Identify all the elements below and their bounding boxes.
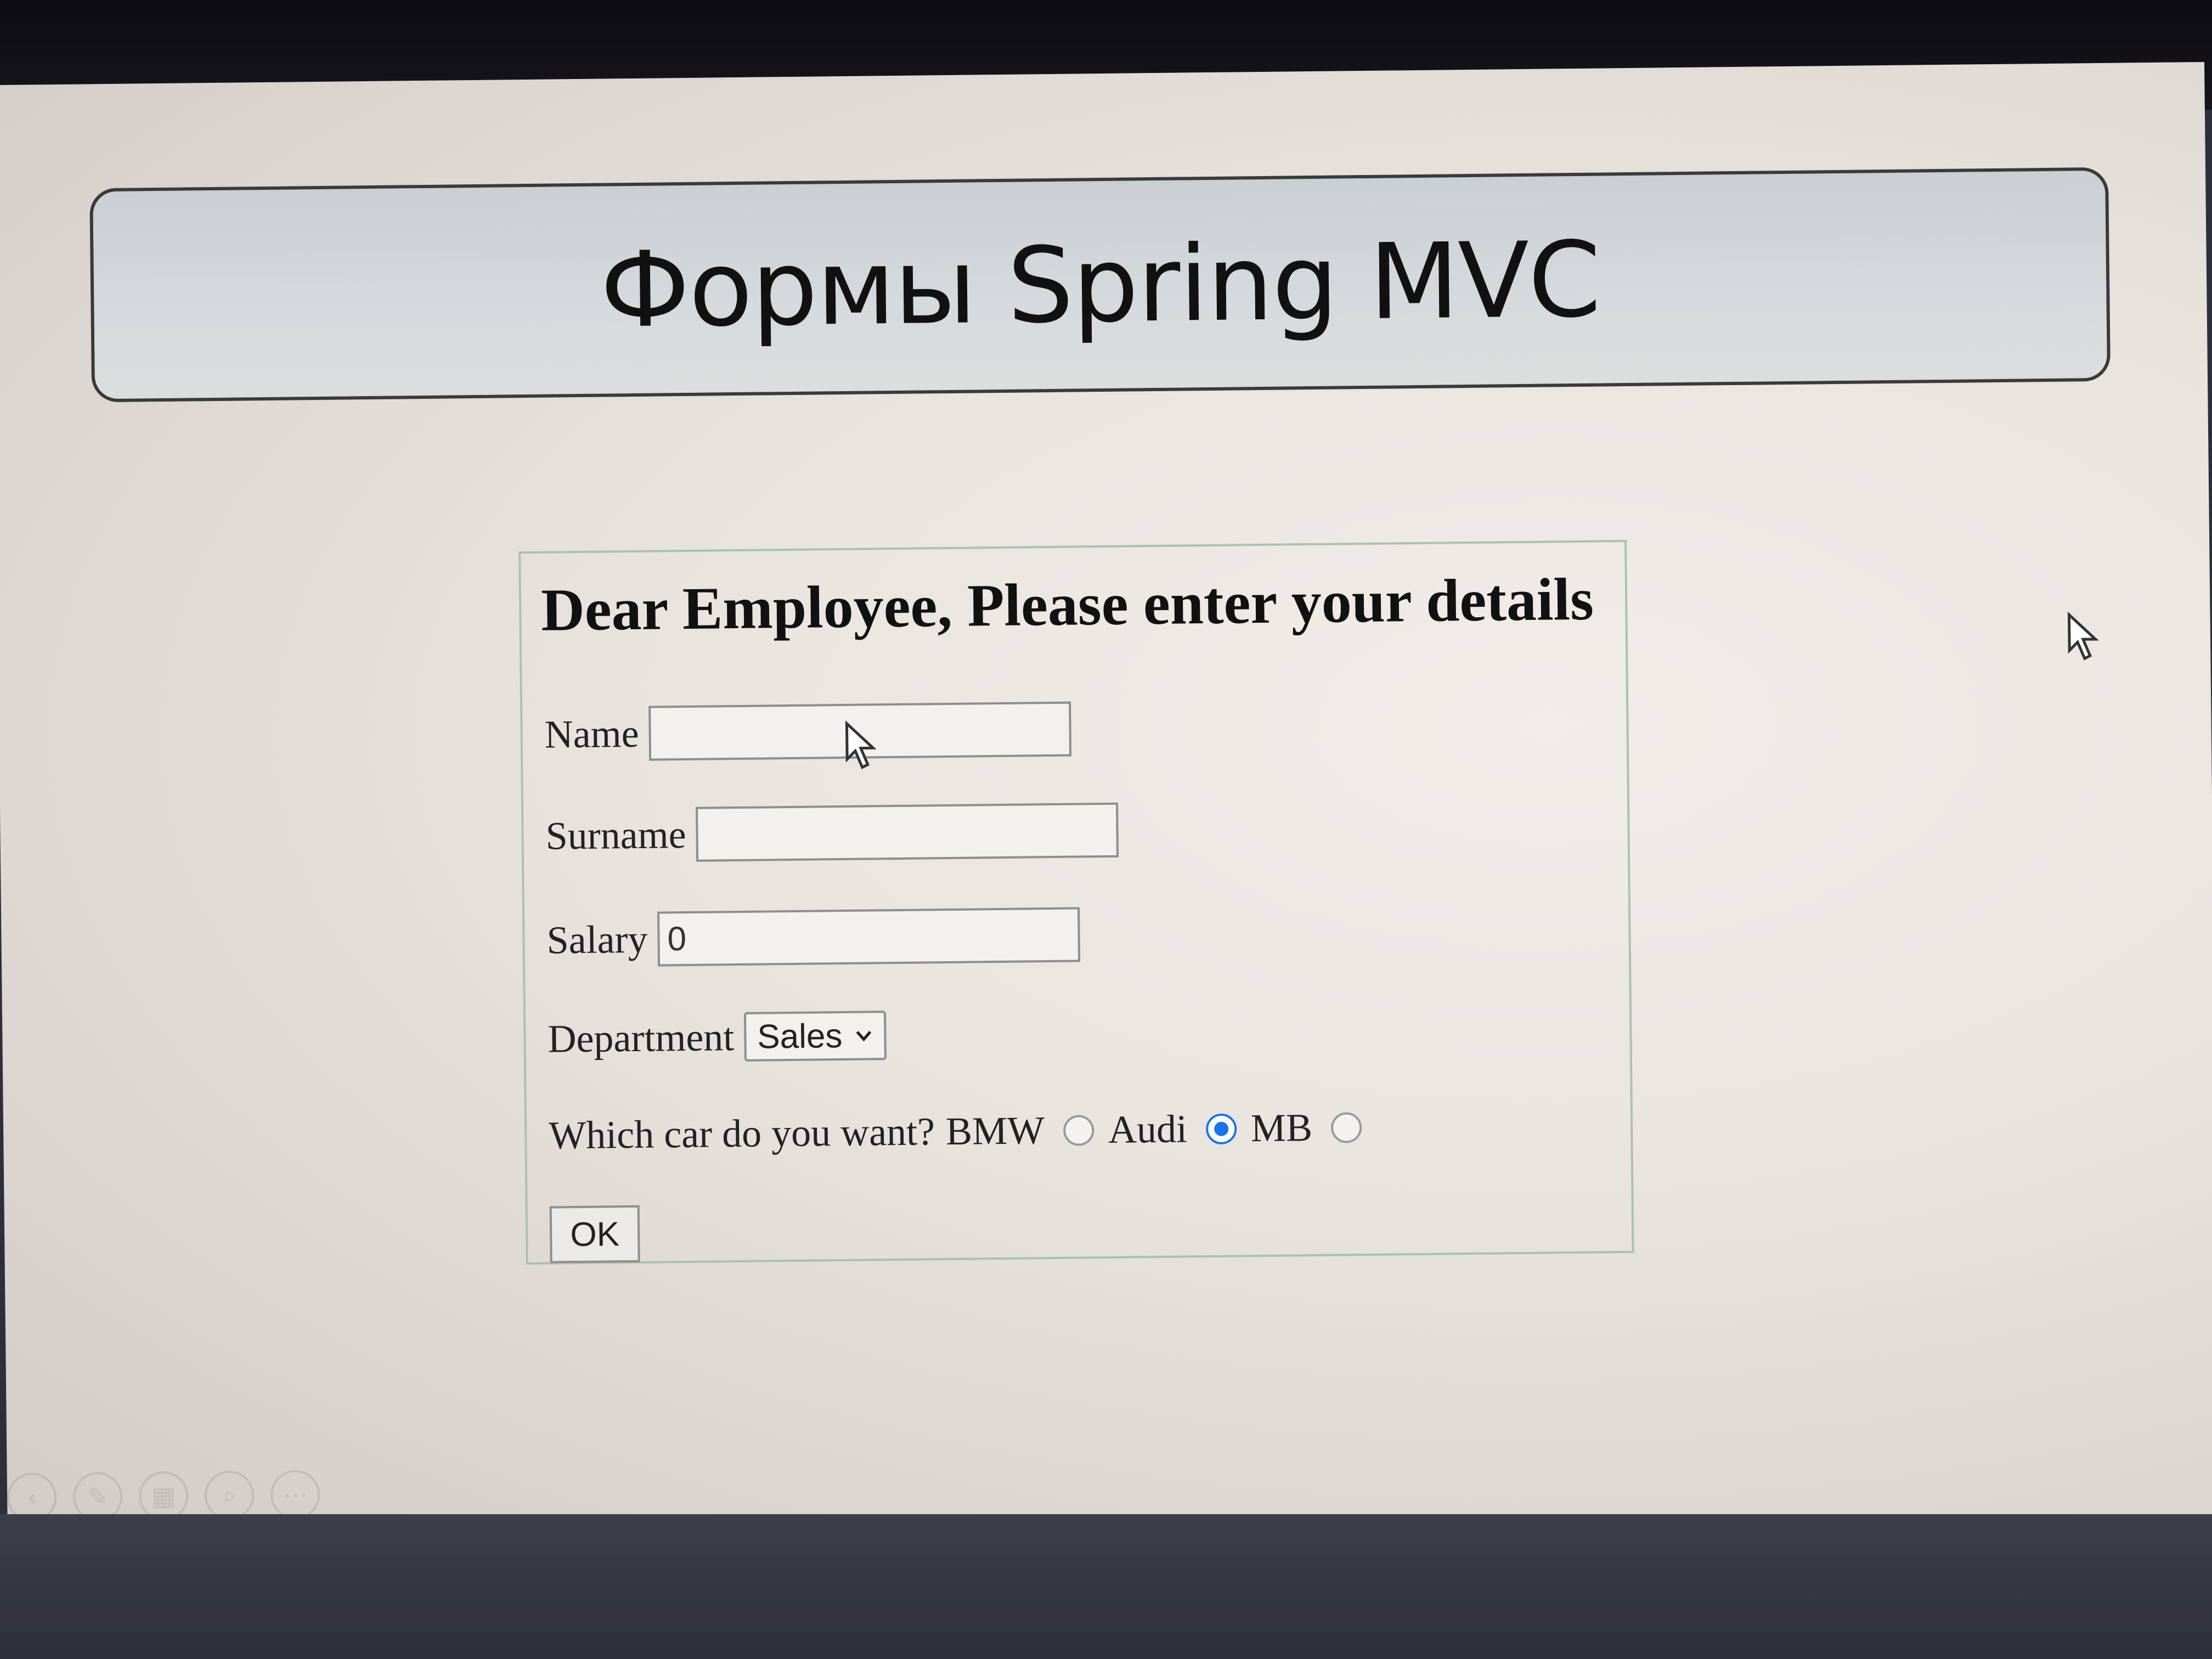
arrow-cursor-icon xyxy=(845,720,877,770)
surname-input[interactable] xyxy=(695,802,1119,862)
salary-row: Salary 0 xyxy=(546,907,1080,968)
zoom-icon[interactable]: ⌕ xyxy=(204,1470,255,1521)
car-option-mb-label: MB xyxy=(1250,1105,1313,1150)
surname-row: Surname xyxy=(545,802,1119,864)
more-options-icon[interactable]: ⋯ xyxy=(270,1470,320,1520)
car-option-audi-label: Audi xyxy=(1108,1107,1188,1152)
department-row: Department Sales xyxy=(548,1011,887,1063)
surname-label: Surname xyxy=(545,812,686,858)
salary-input[interactable]: 0 xyxy=(657,907,1080,967)
car-option-mb-radio[interactable] xyxy=(1330,1111,1362,1143)
presentation-slide: Формы Spring MVC Dear Employee, Please e… xyxy=(0,61,2212,1542)
chevron-down-icon xyxy=(856,1031,872,1042)
ok-button[interactable]: OK xyxy=(549,1205,640,1263)
name-label: Name xyxy=(544,711,639,757)
slide-title: Формы Spring MVC xyxy=(599,219,1601,351)
car-option-bmw-label: BMW xyxy=(945,1108,1045,1154)
salary-label: Salary xyxy=(546,917,648,962)
monitor-bezel-bottom xyxy=(0,1514,2212,1659)
employee-form: Dear Employee, Please enter your details… xyxy=(518,540,1634,1265)
department-select[interactable]: Sales xyxy=(743,1011,887,1062)
slide-title-box: Формы Spring MVC xyxy=(89,167,2111,403)
arrow-cursor-icon xyxy=(2067,612,2099,661)
form-heading: Dear Employee, Please enter your details xyxy=(540,565,1594,644)
car-option-bmw-radio[interactable] xyxy=(1063,1114,1094,1146)
department-selected-value: Sales xyxy=(757,1017,843,1056)
name-row: Name xyxy=(544,701,1072,762)
car-row: Which car do you want? BMW Audi MB xyxy=(549,1104,1376,1159)
car-option-audi-radio[interactable] xyxy=(1205,1113,1237,1144)
department-label: Department xyxy=(548,1014,735,1061)
slides-grid-icon[interactable]: ▦ xyxy=(138,1471,189,1521)
car-question: Which car do you want? xyxy=(548,1109,935,1158)
